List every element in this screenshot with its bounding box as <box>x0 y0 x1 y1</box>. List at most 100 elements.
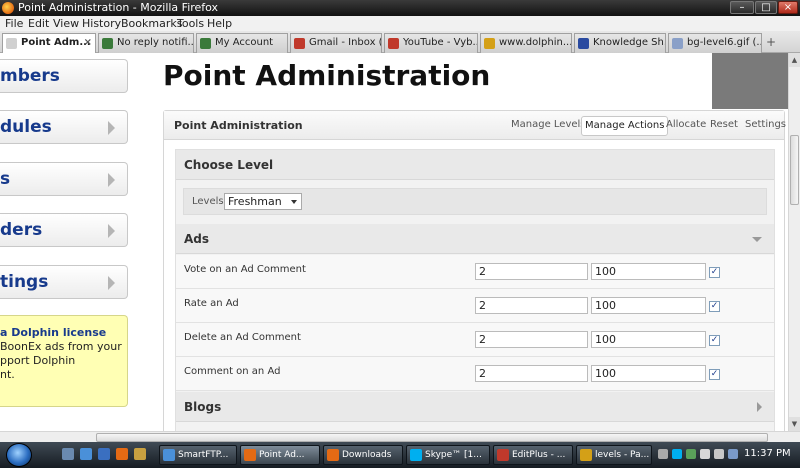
action-row: Comment on an Ad 2 100 ✓ <box>176 357 774 391</box>
menu-edit[interactable]: Edit <box>28 17 49 30</box>
volume-icon[interactable] <box>714 449 724 459</box>
tab-allocate[interactable]: Allocate <box>663 116 709 136</box>
tab-point-admin[interactable]: Point Adm... × <box>2 33 96 54</box>
tab-knowledge[interactable]: Knowledge Sh... <box>574 33 666 53</box>
switch-windows-icon[interactable] <box>80 448 92 460</box>
limit-input[interactable]: 100 <box>591 263 706 280</box>
clock[interactable]: 11:37 PM <box>744 448 791 459</box>
nav-builders[interactable]: ders <box>0 213 128 247</box>
firefox-icon[interactable] <box>116 448 128 460</box>
menu-tools[interactable]: Tools <box>177 17 204 30</box>
folder-icon[interactable] <box>134 448 146 460</box>
new-tab-button[interactable]: + <box>766 35 776 49</box>
chevron-right-icon <box>108 173 115 187</box>
points-input[interactable]: 2 <box>475 365 588 382</box>
tab-label: Knowledge Sh... <box>593 37 666 48</box>
taskbar-levels[interactable]: levels - Pa... <box>576 445 652 465</box>
tab-label: My Account <box>215 37 274 48</box>
active-checkbox[interactable]: ✓ <box>709 335 720 346</box>
nav-modules[interactable]: dules <box>0 110 128 144</box>
link-icon <box>102 38 113 49</box>
tab-manage-levels[interactable]: Manage Levels <box>508 116 589 136</box>
minimize-button[interactable]: – <box>730 1 754 14</box>
nav-members[interactable]: mbers <box>0 59 128 93</box>
points-input[interactable]: 2 <box>475 263 588 280</box>
promo-title[interactable]: a Dolphin license <box>0 326 127 340</box>
network-icon[interactable] <box>700 449 710 459</box>
show-desktop-icon[interactable] <box>62 448 74 460</box>
maximize-button[interactable]: □ <box>755 1 777 14</box>
scroll-up-icon[interactable]: ▲ <box>789 53 800 67</box>
menu-history[interactable]: History <box>82 17 121 30</box>
section-ads[interactable]: Ads <box>176 224 774 254</box>
close-button[interactable]: × <box>778 1 798 14</box>
chevron-down-icon <box>752 237 762 242</box>
tab-no-reply[interactable]: No reply notifi... <box>98 33 194 53</box>
close-tab-icon[interactable]: × <box>84 34 92 52</box>
tab-manage-actions[interactable]: Manage Actions <box>581 116 669 136</box>
levels-label: Levels <box>192 196 224 207</box>
license-promo: a Dolphin license BoonEx ads from your p… <box>0 315 128 407</box>
limit-input[interactable]: 100 <box>591 331 706 348</box>
active-checkbox[interactable]: ✓ <box>709 369 720 380</box>
nav-s[interactable]: s <box>0 162 128 196</box>
tab-bg-level6[interactable]: bg-level6.gif (... <box>668 33 762 53</box>
tab-reset[interactable]: Reset <box>707 116 741 136</box>
points-input[interactable]: 2 <box>475 297 588 314</box>
active-checkbox[interactable]: ✓ <box>709 267 720 278</box>
taskbar-editplus[interactable]: EditPlus - ... <box>493 445 573 465</box>
active-checkbox[interactable]: ✓ <box>709 301 720 312</box>
internet-explorer-icon[interactable] <box>98 448 110 460</box>
panel-title: Point Administration <box>174 119 303 132</box>
section-blogs[interactable]: Blogs <box>176 392 774 422</box>
page-icon <box>6 38 17 49</box>
tray-expand-icon[interactable] <box>658 449 668 459</box>
points-input[interactable]: 2 <box>475 331 588 348</box>
firefox-icon <box>244 449 256 461</box>
limit-input[interactable]: 100 <box>591 297 706 314</box>
tab-settings[interactable]: Settings <box>742 116 788 136</box>
action-row: Vote on an Ad Comment 2 100 ✓ <box>176 255 774 289</box>
folder-icon <box>484 38 495 49</box>
menu-bookmarks[interactable]: Bookmarks <box>121 17 182 30</box>
scroll-thumb[interactable] <box>96 433 768 442</box>
skype-icon <box>410 449 422 461</box>
start-button[interactable] <box>6 443 32 467</box>
menu-help[interactable]: Help <box>207 17 232 30</box>
tab-dolphin[interactable]: www.dolphin... <box>480 33 572 53</box>
chevron-down-icon <box>291 200 297 204</box>
nav-settings[interactable]: tings <box>0 265 128 299</box>
scroll-thumb[interactable] <box>790 135 799 205</box>
chevron-right-icon <box>108 224 115 238</box>
chevron-right-icon <box>757 402 762 412</box>
horizontal-scrollbar[interactable] <box>0 431 800 442</box>
editor-icon <box>580 449 592 461</box>
tab-label: No reply notifi... <box>117 37 194 48</box>
scroll-down-icon[interactable]: ▼ <box>789 417 800 431</box>
action-label: Vote on an Ad Comment <box>184 264 306 275</box>
taskbar-smartftp[interactable]: SmartFTP... <box>159 445 237 465</box>
panel-header: Point Administration Manage Levels Manag… <box>164 111 786 140</box>
chevron-right-icon <box>108 276 115 290</box>
action-label: Comment on an Ad <box>184 366 281 377</box>
editplus-icon <box>497 449 509 461</box>
level-select[interactable]: Freshman <box>224 193 302 210</box>
skype-tray-icon[interactable] <box>672 449 682 459</box>
taskbar-skype[interactable]: Skype™ [1... <box>406 445 490 465</box>
taskbar-point-admin[interactable]: Point Ad... <box>240 445 320 465</box>
vertical-scrollbar[interactable]: ▲ ▼ <box>788 53 800 431</box>
tray-app-icon[interactable] <box>686 449 696 459</box>
tab-youtube[interactable]: YouTube - Vyb... <box>384 33 478 53</box>
tray-app-icon[interactable] <box>728 449 738 459</box>
menu-file[interactable]: File <box>5 17 23 30</box>
menu-view[interactable]: View <box>53 17 79 30</box>
tab-my-account[interactable]: My Account <box>196 33 288 53</box>
youtube-icon <box>388 38 399 49</box>
taskbar-downloads[interactable]: Downloads <box>323 445 403 465</box>
level-select-value: Freshman <box>228 195 282 208</box>
limit-input[interactable]: 100 <box>591 365 706 382</box>
taskbar-label: EditPlus - ... <box>512 450 566 460</box>
promo-line: BoonEx ads from your <box>0 340 122 353</box>
header-image <box>712 53 788 109</box>
tab-gmail[interactable]: Gmail - Inbox (... <box>290 33 382 53</box>
